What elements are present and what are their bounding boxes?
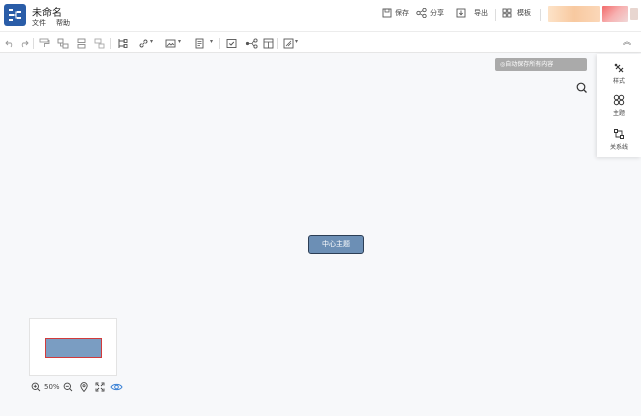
- format-painter-icon: [39, 38, 49, 47]
- central-topic-node[interactable]: 中心主题: [308, 235, 364, 254]
- summary-icon: [263, 38, 273, 48]
- share-icon: [416, 8, 427, 18]
- style-label: 样式: [612, 78, 625, 85]
- fit-screen-icon[interactable]: [95, 382, 105, 392]
- autosave-notice: ◎自动保存所有内容: [495, 58, 587, 71]
- undo-icon: [5, 40, 13, 48]
- note-icon: [195, 38, 203, 48]
- insert-child-button[interactable]: [56, 36, 70, 50]
- export-icon: [456, 8, 466, 18]
- divider: [219, 38, 220, 49]
- insert-sibling-icon: [77, 38, 85, 48]
- zoom-controls: 50%: [31, 382, 123, 392]
- template-button[interactable]: 模板: [502, 8, 531, 18]
- export-label: 导出: [474, 9, 488, 17]
- right-panel: 样式 主题 关系线: [597, 54, 641, 157]
- task-button[interactable]: [224, 36, 238, 50]
- relation-button[interactable]: [244, 36, 258, 50]
- note-button[interactable]: [192, 36, 206, 50]
- checkbox-icon: [226, 38, 236, 48]
- insert-parent-icon: [94, 38, 104, 48]
- save-icon: [382, 8, 392, 18]
- search-icon: [576, 82, 587, 93]
- app-logo-icon[interactable]: [4, 4, 26, 26]
- minimap[interactable]: [29, 318, 117, 376]
- connector-icon: [245, 37, 258, 49]
- theme-panel-button[interactable]: 主题: [597, 94, 641, 117]
- user-avatar[interactable]: [602, 6, 628, 22]
- divider: [33, 38, 34, 49]
- menu-help[interactable]: 帮助: [56, 18, 70, 28]
- user-menu[interactable]: [630, 8, 638, 20]
- relation-line-label: 关系线: [609, 144, 628, 151]
- structure-icon: [118, 38, 127, 48]
- save-button[interactable]: 保存: [382, 8, 409, 18]
- insert-parent-button[interactable]: [92, 36, 106, 50]
- minimap-viewport[interactable]: [45, 338, 102, 358]
- boundary-icon: [283, 38, 293, 48]
- zoom-out-icon[interactable]: [63, 382, 73, 392]
- insert-sibling-button[interactable]: [74, 36, 88, 50]
- template-label: 模板: [517, 9, 531, 17]
- image-icon: [165, 39, 175, 47]
- chevron-down-icon[interactable]: ▾: [210, 38, 213, 45]
- chevron-down-icon[interactable]: ▾: [178, 38, 181, 45]
- menu-file[interactable]: 文件: [32, 18, 46, 28]
- zoom-in-icon[interactable]: [31, 382, 41, 392]
- boundary-button[interactable]: [281, 36, 295, 50]
- chevron-down-icon[interactable]: ▾: [295, 38, 298, 45]
- chevron-down-icon[interactable]: ▾: [150, 38, 153, 45]
- divider: [277, 38, 278, 49]
- share-button[interactable]: 分享: [416, 8, 444, 18]
- structure-button[interactable]: [115, 36, 129, 50]
- collapse-toolbar-icon[interactable]: ︽: [623, 36, 631, 47]
- format-painter-button[interactable]: [37, 36, 51, 50]
- divider: [110, 38, 111, 49]
- style-panel-button[interactable]: 样式: [597, 62, 641, 85]
- redo-icon: [21, 40, 29, 48]
- link-button[interactable]: [136, 36, 150, 50]
- theme-icon: [613, 94, 625, 106]
- redo-button[interactable]: [17, 36, 31, 50]
- insert-child-icon: [57, 38, 69, 48]
- relation-line-icon: [614, 129, 624, 139]
- template-icon: [502, 8, 512, 18]
- eye-icon[interactable]: [109, 382, 123, 392]
- summary-button[interactable]: [261, 36, 275, 50]
- export-button[interactable]: 导出: [456, 8, 488, 18]
- document-title[interactable]: 未命名: [32, 4, 62, 19]
- toolbar: ▾ ▾ ▾ ▾: [0, 31, 641, 53]
- style-icon: [614, 63, 624, 73]
- relation-line-panel-button[interactable]: 关系线: [597, 128, 641, 151]
- image-button[interactable]: [163, 36, 177, 50]
- account-area[interactable]: [548, 6, 600, 22]
- theme-label: 主题: [612, 110, 625, 117]
- locate-icon[interactable]: [79, 382, 89, 392]
- menu-bar: 文件 帮助: [32, 18, 70, 28]
- search-button[interactable]: [575, 80, 589, 94]
- share-label: 分享: [430, 9, 444, 17]
- top-bar: 未命名 文件 帮助 保存 分享 导出 模板: [0, 0, 641, 31]
- link-icon: [138, 38, 148, 48]
- zoom-level: 50%: [44, 383, 60, 391]
- divider: [540, 9, 541, 21]
- divider: [495, 9, 496, 21]
- undo-button[interactable]: [3, 36, 17, 50]
- save-label: 保存: [395, 9, 409, 17]
